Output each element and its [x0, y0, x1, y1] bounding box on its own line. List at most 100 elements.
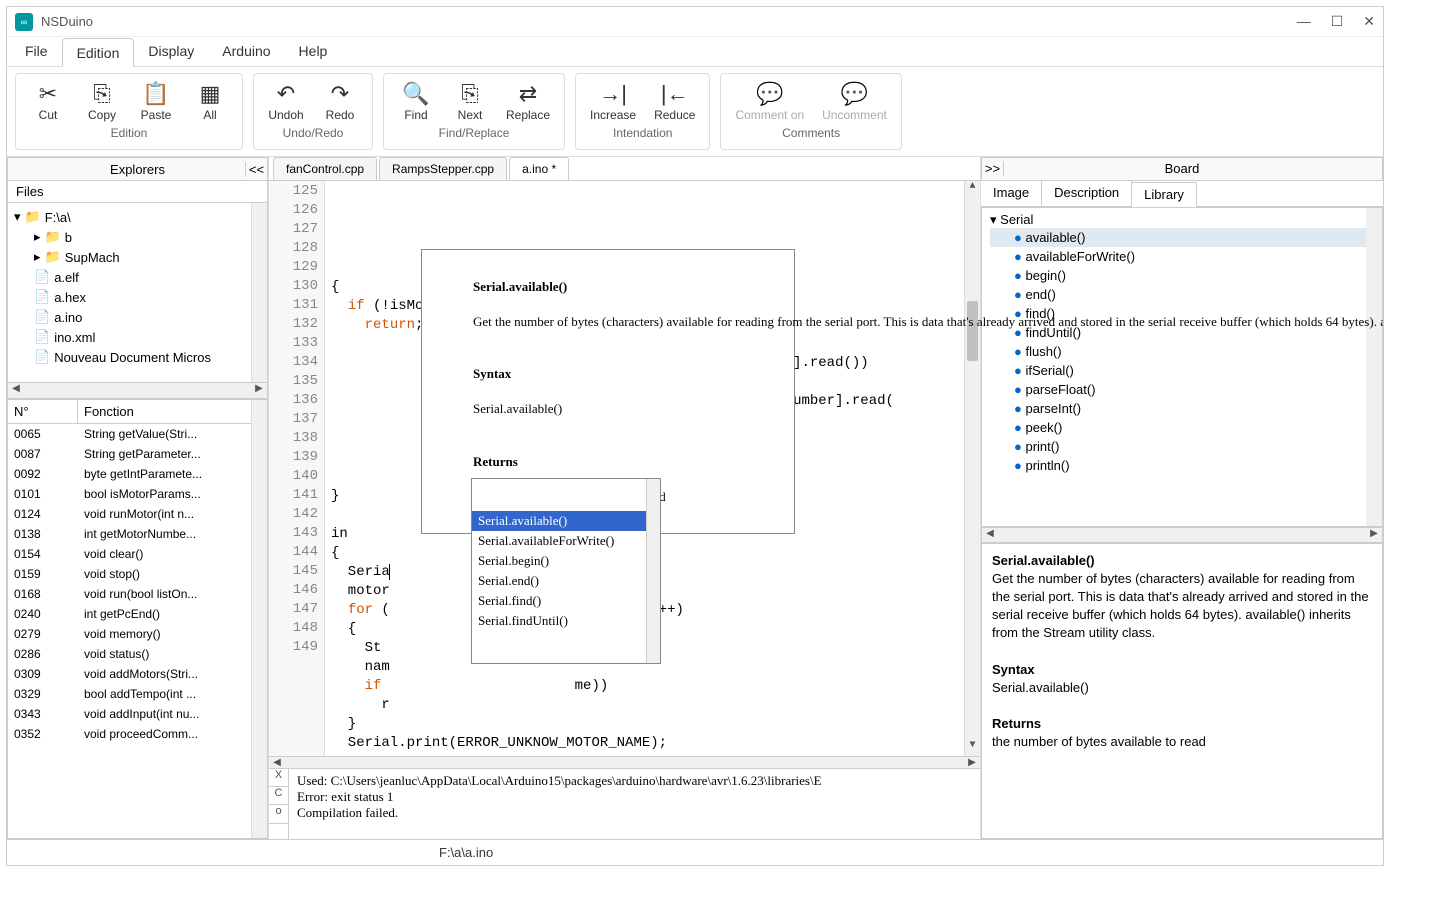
- func-row[interactable]: 0168void run(bool listOn...: [8, 584, 267, 604]
- ribbon-all[interactable]: ▦All: [184, 78, 236, 124]
- func-row[interactable]: 0159void stop(): [8, 564, 267, 584]
- func-row[interactable]: 0286void status(): [8, 644, 267, 664]
- autocomplete-item[interactable]: Serial.findUntil(): [472, 611, 660, 631]
- tree-item[interactable]: ▸ 📁 b: [10, 227, 265, 247]
- ribbon-next[interactable]: ⎘Next: [444, 78, 496, 124]
- lib-item[interactable]: ● println(): [990, 456, 1374, 475]
- scroll-up-icon[interactable]: ▲: [965, 181, 980, 197]
- func-row[interactable]: 0343void addInput(int nu...: [8, 704, 267, 724]
- menu-file[interactable]: File: [11, 37, 62, 66]
- func-row[interactable]: 0138int getMotorNumbe...: [8, 524, 267, 544]
- scroll-left-icon[interactable]: ◀: [8, 383, 24, 398]
- menu-edition[interactable]: Edition: [62, 38, 135, 67]
- func-row[interactable]: 0329bool addTempo(int ...: [8, 684, 267, 704]
- tree-item[interactable]: ▸ 📁 SupMach: [10, 247, 265, 267]
- scroll-right-icon[interactable]: ▶: [251, 383, 267, 398]
- autocomplete-item[interactable]: Serial.available(): [472, 511, 660, 531]
- scroll-thumb[interactable]: [967, 301, 978, 361]
- menu-display[interactable]: Display: [134, 37, 208, 66]
- file-tree-scrollbar[interactable]: [251, 203, 267, 382]
- func-row[interactable]: 0352void proceedComm...: [8, 724, 267, 744]
- editor-tab[interactable]: a.ino *: [509, 157, 569, 180]
- func-row[interactable]: 0065String getValue(Stri...: [8, 424, 267, 444]
- func-row[interactable]: 0279void memory(): [8, 624, 267, 644]
- ribbon-increase[interactable]: →|Increase: [582, 78, 644, 124]
- editor-vscroll[interactable]: ▲ ▼: [964, 181, 980, 756]
- ribbon-paste[interactable]: 📋Paste: [130, 78, 182, 124]
- file-tree-hscroll[interactable]: ◀ ▶: [7, 383, 268, 399]
- scroll-left-icon[interactable]: ◀: [269, 757, 285, 768]
- lib-scrollbar[interactable]: [1366, 208, 1382, 526]
- output-side-button[interactable]: C: [269, 787, 288, 805]
- lib-hscroll[interactable]: ◀ ▶: [981, 527, 1383, 543]
- scroll-right-icon[interactable]: ▶: [1366, 528, 1382, 542]
- file-tree[interactable]: ▾ 📁 F:\a\ ▸ 📁 b▸ 📁 SupMach📄 a.elf📄 a.hex…: [7, 203, 268, 383]
- code-line[interactable]: }: [331, 716, 974, 735]
- lib-item[interactable]: ● flush(): [990, 342, 1374, 361]
- scroll-left-icon[interactable]: ◀: [982, 528, 998, 542]
- output-side-buttons[interactable]: XCoSo: [269, 769, 289, 839]
- lib-item[interactable]: ● availableForWrite(): [990, 247, 1374, 266]
- menu-arduino[interactable]: Arduino: [208, 37, 284, 66]
- explorers-collapse-button[interactable]: <<: [245, 162, 267, 177]
- code-line[interactable]: r: [331, 697, 974, 716]
- autocomplete-item[interactable]: Serial.availableForWrite(): [472, 531, 660, 551]
- close-button[interactable]: ✕: [1363, 13, 1375, 30]
- lib-item[interactable]: ● parseFloat(): [990, 380, 1374, 399]
- output-body[interactable]: Used: C:\Users\jeanluc\AppData\Local\Ard…: [289, 769, 980, 839]
- func-col-name[interactable]: Fonction: [78, 400, 267, 423]
- func-row[interactable]: 0240int getPcEnd(): [8, 604, 267, 624]
- minimize-button[interactable]: —: [1297, 13, 1311, 30]
- editor-hscroll[interactable]: ◀ ▶: [269, 756, 980, 768]
- tree-item[interactable]: 📄 a.hex: [10, 287, 265, 307]
- scroll-down-icon[interactable]: ▼: [965, 740, 980, 756]
- board-tab-library[interactable]: Library: [1132, 182, 1197, 207]
- code-line[interactable]: if me)): [331, 678, 974, 697]
- maximize-button[interactable]: ☐: [1331, 13, 1344, 30]
- tree-root[interactable]: ▾ 📁 F:\a\: [10, 207, 265, 227]
- editor-tab[interactable]: RampsStepper.cpp: [379, 157, 507, 180]
- editor-tab[interactable]: fanControl.cpp: [273, 157, 377, 180]
- function-table[interactable]: N° Fonction 0065String getValue(Stri...0…: [7, 399, 268, 839]
- menu-help[interactable]: Help: [285, 37, 342, 66]
- code-line[interactable]: Serial.print(ERROR_UNKNOW_MOTOR_NAME);: [331, 735, 974, 754]
- ribbon-copy[interactable]: ⎘Copy: [76, 78, 128, 124]
- func-row[interactable]: 0154void clear(): [8, 544, 267, 564]
- lib-item[interactable]: ● end(): [990, 285, 1374, 304]
- code-editor[interactable]: 1251261271281291301311321331341351361371…: [269, 181, 980, 756]
- ribbon-cut[interactable]: ✂Cut: [22, 78, 74, 124]
- output-side-button[interactable]: o: [269, 805, 288, 823]
- autocomplete-scrollbar[interactable]: [646, 479, 660, 663]
- ribbon-replace[interactable]: ⇄Replace: [498, 78, 558, 124]
- func-scrollbar[interactable]: [251, 400, 267, 838]
- library-tree[interactable]: ▾ Serial ● available()● availableForWrit…: [981, 207, 1383, 527]
- tree-item[interactable]: 📄 Nouveau Document Micros: [10, 347, 265, 367]
- func-row[interactable]: 0101bool isMotorParams...: [8, 484, 267, 504]
- autocomplete-item[interactable]: Serial.end(): [472, 571, 660, 591]
- ribbon-undoh[interactable]: ↶Undoh: [260, 78, 312, 124]
- func-row[interactable]: 0309void addMotors(Stri...: [8, 664, 267, 684]
- autocomplete-item[interactable]: Serial.begin(): [472, 551, 660, 571]
- tree-item[interactable]: 📄 a.ino: [10, 307, 265, 327]
- tree-item[interactable]: 📄 a.elf: [10, 267, 265, 287]
- autocomplete-item[interactable]: Serial.find(): [472, 591, 660, 611]
- code-area[interactable]: Serial.available() Get the number of byt…: [325, 181, 980, 756]
- lib-item[interactable]: ● begin(): [990, 266, 1374, 285]
- func-row[interactable]: 0124void runMotor(int n...: [8, 504, 267, 524]
- ribbon-find[interactable]: 🔍Find: [390, 78, 442, 124]
- output-side-button[interactable]: X: [269, 769, 288, 787]
- ribbon-reduce[interactable]: |←Reduce: [646, 78, 703, 124]
- lib-item[interactable]: ● peek(): [990, 418, 1374, 437]
- lib-item[interactable]: ● available(): [990, 228, 1374, 247]
- func-row[interactable]: 0092byte getIntParamete...: [8, 464, 267, 484]
- scroll-right-icon[interactable]: ▶: [964, 757, 980, 768]
- ribbon-redo[interactable]: ↷Redo: [314, 78, 366, 124]
- lib-root[interactable]: ▾ Serial: [990, 212, 1374, 228]
- board-collapse-button[interactable]: >>: [982, 161, 1004, 176]
- func-row[interactable]: 0087String getParameter...: [8, 444, 267, 464]
- output-side-button[interactable]: [269, 824, 288, 839]
- lib-item[interactable]: ● ifSerial(): [990, 361, 1374, 380]
- tree-item[interactable]: 📄 ino.xml: [10, 327, 265, 347]
- board-tab-image[interactable]: Image: [981, 181, 1042, 206]
- lib-item[interactable]: ● parseInt(): [990, 399, 1374, 418]
